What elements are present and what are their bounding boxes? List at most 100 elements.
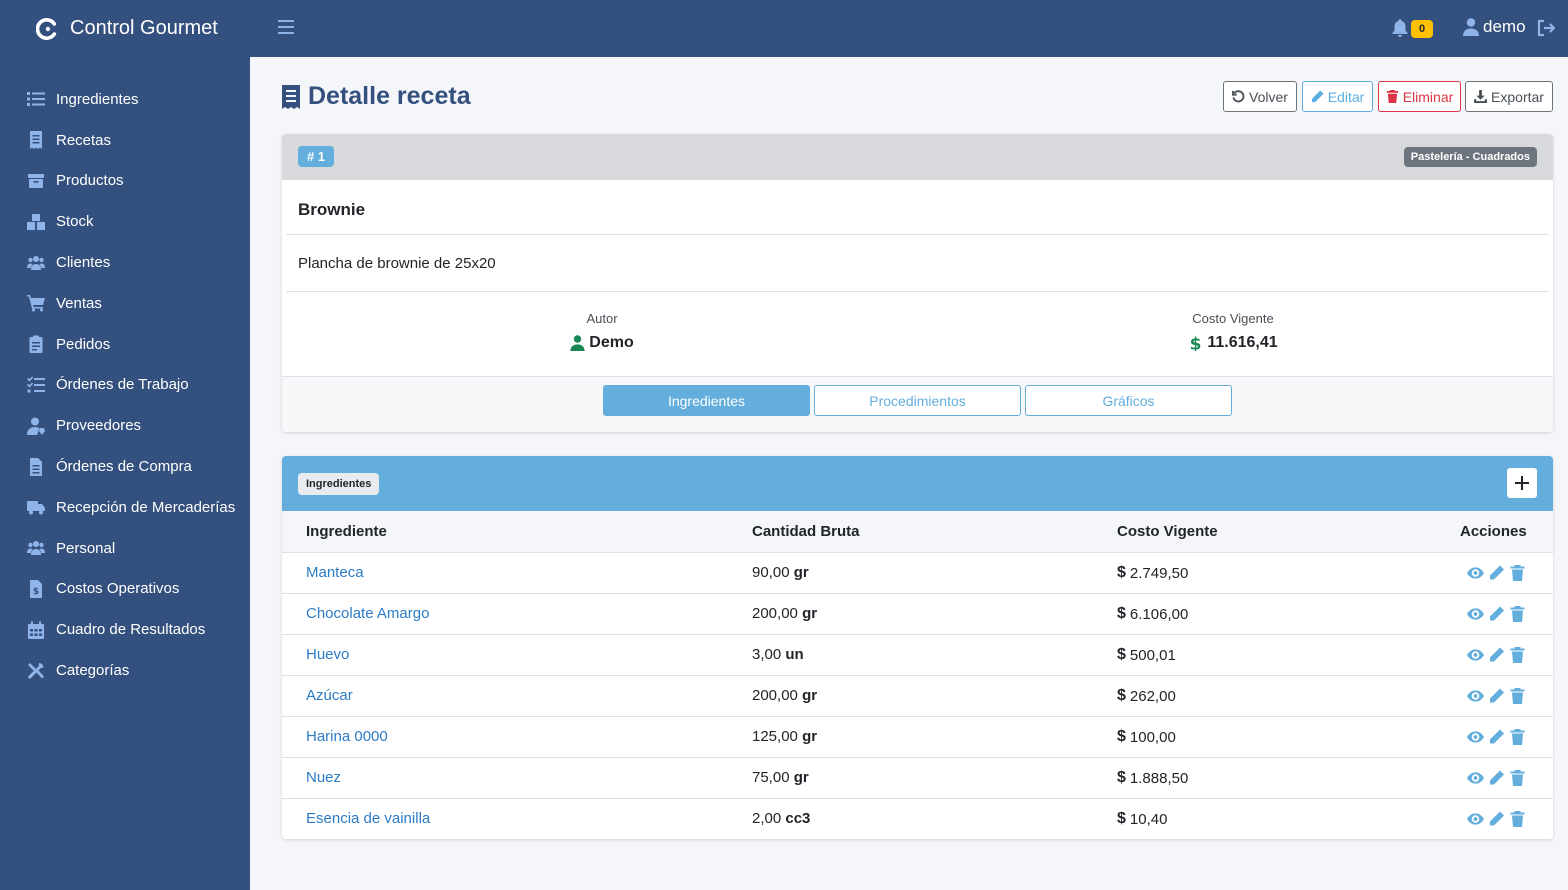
sidebar-item-label: Categorías	[56, 662, 130, 680]
ingredient-link[interactable]: Azúcar	[306, 687, 353, 704]
quantity-cell: 125,00 gr	[752, 728, 817, 745]
calendar-icon	[26, 621, 46, 639]
ingredient-link[interactable]: Nuez	[306, 769, 341, 786]
export-button-label: Exportar	[1491, 88, 1544, 105]
delete-icon[interactable]	[1507, 769, 1527, 786]
users-icon	[26, 254, 46, 272]
actions-cell	[1465, 810, 1528, 827]
edit-icon[interactable]	[1486, 728, 1506, 745]
edit-icon[interactable]	[1486, 687, 1506, 704]
dollar-icon: $	[1117, 728, 1126, 745]
cost-label: Costo Vigente	[1192, 311, 1274, 326]
table-header: Ingrediente Cantidad Bruta Costo Vigente…	[282, 511, 1553, 553]
clipboard-icon	[26, 335, 46, 354]
user-name: demo	[1483, 17, 1526, 36]
view-icon[interactable]	[1465, 810, 1485, 827]
export-button[interactable]: Exportar	[1465, 81, 1553, 112]
table-row: Huevo 3,00 un $500,01	[282, 635, 1553, 676]
ingredient-link[interactable]: Harina 0000	[306, 728, 388, 745]
edit-icon[interactable]	[1486, 646, 1506, 663]
ingredient-link[interactable]: Manteca	[306, 564, 364, 581]
column-header: Acciones	[1460, 523, 1527, 540]
dollar-icon: $	[1117, 687, 1126, 704]
view-icon[interactable]	[1465, 769, 1485, 786]
view-icon[interactable]	[1465, 564, 1485, 581]
quantity-cell: 2,00 cc3	[752, 810, 810, 827]
menu-toggle-icon[interactable]	[278, 20, 294, 34]
quantity-value: 200,00	[752, 687, 798, 704]
edit-icon[interactable]	[1486, 810, 1506, 827]
delete-icon[interactable]	[1507, 810, 1527, 827]
quantity-cell: 90,00 gr	[752, 564, 809, 581]
sidebar-item-ingredientes[interactable]: Ingredientes	[0, 79, 250, 120]
actions-cell	[1465, 605, 1528, 622]
user-menu[interactable]: demo	[1463, 17, 1526, 37]
quantity-cell: 200,00 gr	[752, 687, 817, 704]
quantity-unit: gr	[802, 728, 818, 745]
author-label: Autor	[586, 311, 618, 326]
quantity-cell: 75,00 gr	[752, 769, 809, 786]
logo-icon	[36, 17, 57, 40]
author-name: Demo	[589, 334, 634, 351]
divider	[286, 234, 1549, 235]
edit-icon[interactable]	[1486, 564, 1506, 581]
table-row: Chocolate Amargo 200,00 gr $6.106,00	[282, 594, 1553, 635]
edit-button[interactable]: Editar	[1302, 81, 1373, 112]
logout-icon[interactable]	[1537, 19, 1556, 37]
tab-procedimientos[interactable]: Procedimientos	[814, 385, 1021, 416]
view-icon[interactable]	[1465, 605, 1485, 622]
sidebar-item-ordenes-trabajo[interactable]: Órdenes de Trabajo	[0, 365, 250, 406]
delete-icon[interactable]	[1507, 605, 1527, 622]
cost-cell: $2.749,50	[1117, 564, 1188, 582]
brand[interactable]: Control Gourmet	[0, 0, 250, 57]
view-icon[interactable]	[1465, 687, 1485, 704]
sidebar-item-ordenes-compra[interactable]: Órdenes de Compra	[0, 446, 250, 487]
delete-icon[interactable]	[1507, 646, 1527, 663]
back-button[interactable]: Volver	[1223, 81, 1297, 112]
sidebar-item-label: Clientes	[56, 254, 111, 272]
sidebar-item-categorias[interactable]: Categorías	[0, 650, 250, 691]
cost-cell: $100,00	[1117, 728, 1176, 746]
receipt-icon	[26, 131, 46, 150]
quantity-value: 125,00	[752, 728, 798, 745]
edit-icon[interactable]	[1486, 769, 1506, 786]
tools-icon	[26, 662, 46, 680]
sidebar-item-productos[interactable]: Productos	[0, 161, 250, 202]
column-header: Ingrediente	[306, 523, 387, 540]
cost-cell: $6.106,00	[1117, 605, 1188, 623]
sidebar-item-stock[interactable]: Stock	[0, 201, 250, 242]
tab-ingredientes[interactable]: Ingredientes	[603, 385, 810, 416]
sidebar-item-pedidos[interactable]: Pedidos	[0, 324, 250, 365]
sidebar-item-label: Costos Operativos	[56, 580, 180, 598]
sidebar-item-personal[interactable]: Personal	[0, 528, 250, 569]
ingredient-link[interactable]: Chocolate Amargo	[306, 605, 429, 622]
sidebar-item-resultados[interactable]: Cuadro de Resultados	[0, 609, 250, 650]
undo-icon	[1232, 90, 1245, 103]
sidebar-item-ventas[interactable]: Ventas	[0, 283, 250, 324]
list-icon	[26, 90, 46, 108]
ingredient-link[interactable]: Huevo	[306, 646, 349, 663]
add-ingredient-button[interactable]	[1507, 468, 1537, 498]
edit-icon[interactable]	[1486, 605, 1506, 622]
sidebar-item-recetas[interactable]: Recetas	[0, 120, 250, 161]
cost-value: 6.106,00	[1129, 605, 1189, 623]
delete-button[interactable]: Eliminar	[1378, 81, 1461, 112]
dollar-icon: $	[1117, 564, 1126, 581]
view-icon[interactable]	[1465, 646, 1485, 663]
sidebar-item-label: Recepción de Mercaderías	[56, 498, 236, 516]
delete-icon[interactable]	[1507, 728, 1527, 745]
recipe-card: # 1 Pastelería - Cuadrados Brownie Planc…	[282, 134, 1553, 432]
tab-graficos[interactable]: Gráficos	[1025, 385, 1232, 416]
delete-icon[interactable]	[1507, 564, 1527, 581]
delete-icon[interactable]	[1507, 687, 1527, 704]
sidebar-item-proveedores[interactable]: Proveedores	[0, 405, 250, 446]
view-icon[interactable]	[1465, 728, 1485, 745]
sidebar-item-recepcion[interactable]: Recepción de Mercaderías	[0, 487, 250, 528]
cost-amount: 11.616,41	[1207, 334, 1278, 351]
ingredient-link[interactable]: Esencia de vainilla	[306, 810, 430, 827]
sidebar-item-costos[interactable]: $ Costos Operativos	[0, 569, 250, 610]
dollar-icon: $	[1117, 646, 1126, 663]
bell-icon[interactable]	[1392, 19, 1408, 37]
sidebar-item-clientes[interactable]: Clientes	[0, 242, 250, 283]
quantity-unit: gr	[802, 687, 818, 704]
